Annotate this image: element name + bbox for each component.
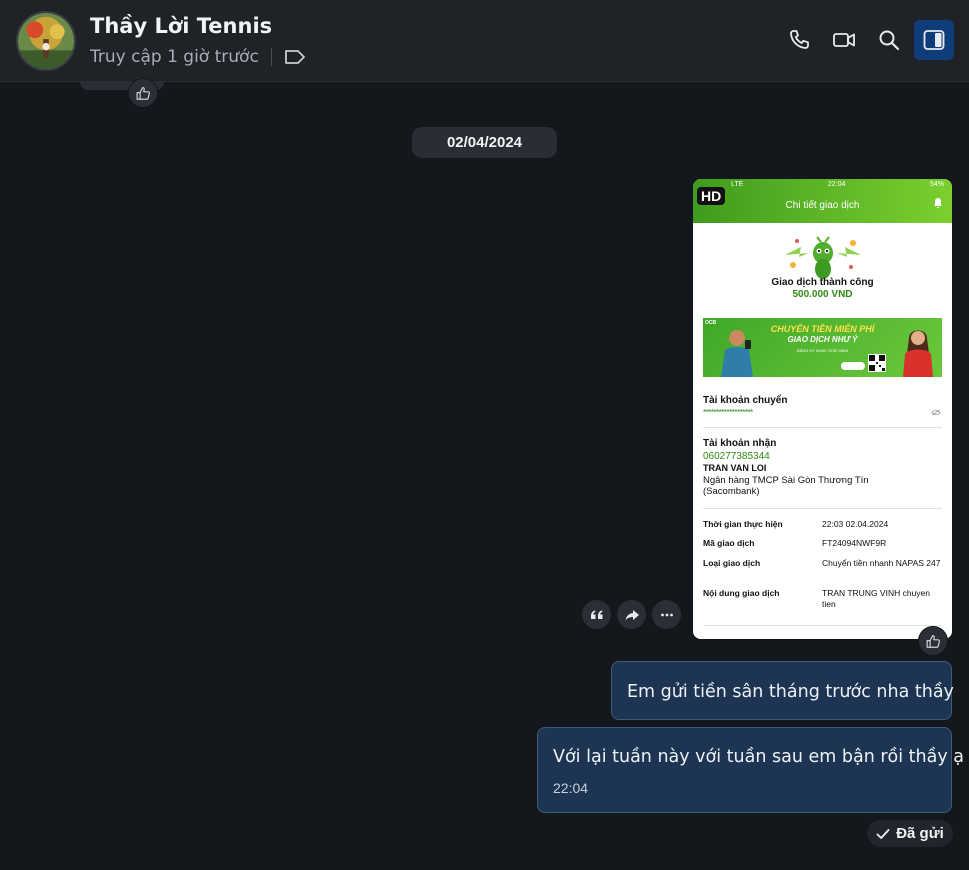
hd-badge: HD xyxy=(697,187,726,205)
eye-slash-icon xyxy=(931,409,941,416)
label-tag-icon[interactable] xyxy=(284,49,306,65)
phone-icon xyxy=(790,30,809,49)
detail-value-time: 22:03 02.04.2024 xyxy=(822,519,889,529)
message-text: Với lại tuần này với tuần sau em bận rồi… xyxy=(553,747,965,767)
message-bubble[interactable]: Với lại tuần này với tuần sau em bận rồi… xyxy=(537,727,964,813)
video-icon xyxy=(833,33,855,47)
status-divider xyxy=(270,48,272,66)
sender-account-masked: ******************* xyxy=(703,408,753,417)
receiver-bank: Ngân hàng TMCP Sài Gòn Thương Tín (Sacom… xyxy=(703,475,869,498)
banner-woman-figure xyxy=(903,330,933,377)
contact-name[interactable]: Thầy Lời Tennis xyxy=(90,14,272,38)
sender-account-label: Tài khoản chuyển xyxy=(703,395,788,406)
message-timestamp: 22:04 xyxy=(553,780,589,796)
transfer-amount: 500.000 VND xyxy=(792,289,853,300)
call-button[interactable] xyxy=(779,20,819,60)
conversation-info-toggle[interactable] xyxy=(914,20,954,60)
mascot-illustration xyxy=(785,236,861,279)
receipt-body: Giao dịch thành công 500.000 VND OCB CHU… xyxy=(693,223,952,639)
delivery-status: Đã gửi xyxy=(867,820,953,847)
receipt-screen-title: Chi tiết giao dịch xyxy=(785,200,860,211)
receipt-battery: 54% xyxy=(929,181,944,188)
video-call-button[interactable] xyxy=(824,20,864,60)
reaction-button[interactable] xyxy=(128,78,158,108)
reply-button[interactable] xyxy=(582,600,611,629)
message-bubble[interactable]: Em gửi tiền sân tháng trước nha thầy xyxy=(611,661,954,720)
date-separator: 02/04/2024 xyxy=(412,127,557,158)
receipt-carrier: LTE xyxy=(731,181,744,188)
receipt-status-bar: LTE 22:04 54% xyxy=(693,181,952,188)
receipt-divider xyxy=(703,427,942,428)
thumbs-up-icon xyxy=(136,86,150,100)
check-icon xyxy=(876,828,890,839)
success-title: Giao dịch thành công xyxy=(771,277,874,288)
sidebar-toggle-icon xyxy=(923,30,945,50)
search-icon xyxy=(879,30,900,51)
more-icon xyxy=(660,613,673,616)
receipt-divider xyxy=(703,625,942,626)
detail-label-time: Thời gian thực hiện xyxy=(703,519,783,529)
chat-window: Thầy Lời Tennis Truy cập 1 giờ trước 02/… xyxy=(0,0,969,870)
message-text: Em gửi tiền sân tháng trước nha thầy xyxy=(627,682,954,702)
last-seen-status: Truy cập 1 giờ trước xyxy=(90,47,259,67)
receipt-clock: 22:04 xyxy=(827,181,846,188)
detail-label-transaction-id: Mã giao dịch xyxy=(703,538,755,548)
bell-icon xyxy=(934,198,942,208)
detail-label-type: Loại giao dịch xyxy=(703,558,761,568)
detail-value-transaction-id: FT24094NWF9R xyxy=(822,538,887,548)
receiver-name: TRAN VAN LOI xyxy=(703,463,767,473)
receiver-account-number: 060277385344 xyxy=(703,451,770,462)
receiver-account-label: Tài khoản nhận xyxy=(703,438,777,449)
qr-code-icon xyxy=(868,354,886,372)
detail-value-content: TRAN TRUNG VINH chuyen tien xyxy=(822,588,931,609)
receipt-divider xyxy=(703,508,942,509)
delivery-status-text: Đã gửi xyxy=(896,825,944,842)
detail-value-type: Chuyển tiền nhanh NAPAS 247 xyxy=(822,558,941,568)
image-message[interactable]: LTE 22:04 54% Chi tiết giao dịch HD Giao… xyxy=(693,179,952,639)
avatar-image xyxy=(18,13,74,69)
quote-icon xyxy=(590,610,602,619)
more-options-button[interactable] xyxy=(652,600,681,629)
search-button[interactable] xyxy=(869,20,909,60)
status-line: Truy cập 1 giờ trước xyxy=(90,47,306,67)
thumbs-up-icon xyxy=(926,634,940,648)
detail-label-content: Nội dung giao dịch xyxy=(703,588,780,598)
reaction-button[interactable] xyxy=(918,626,948,656)
forward-icon xyxy=(625,609,639,620)
banner-store-badge xyxy=(841,362,865,370)
forward-button[interactable] xyxy=(617,600,646,629)
chat-header: Thầy Lời Tennis Truy cập 1 giờ trước xyxy=(0,0,969,82)
avatar[interactable] xyxy=(16,11,76,71)
receipt-header: LTE 22:04 54% Chi tiết giao dịch xyxy=(693,179,952,223)
promo-banner: OCB CHUYỂN TIỀN MIỄN PHÍ GIAO DỊCH NHƯ Ý… xyxy=(703,318,942,377)
